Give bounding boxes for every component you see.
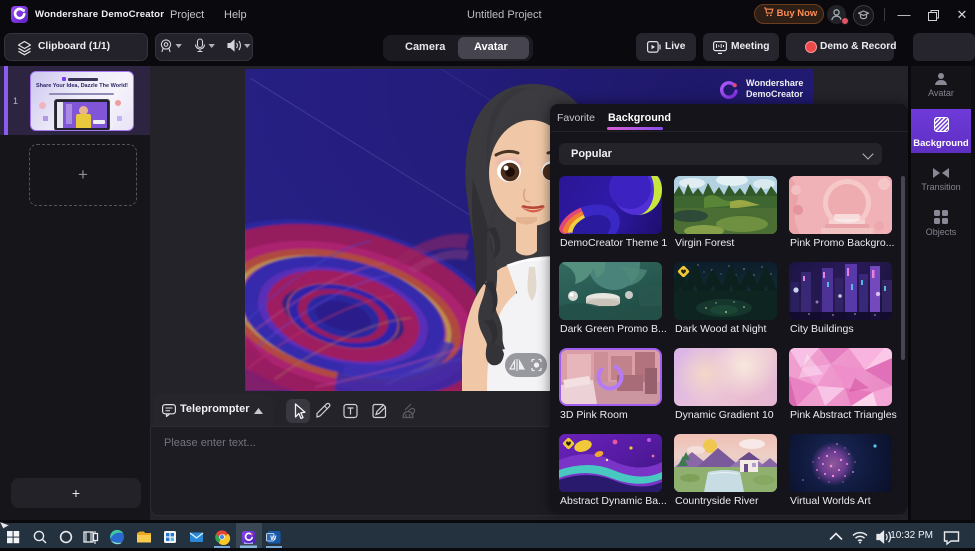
svg-text:W: W <box>270 535 277 542</box>
